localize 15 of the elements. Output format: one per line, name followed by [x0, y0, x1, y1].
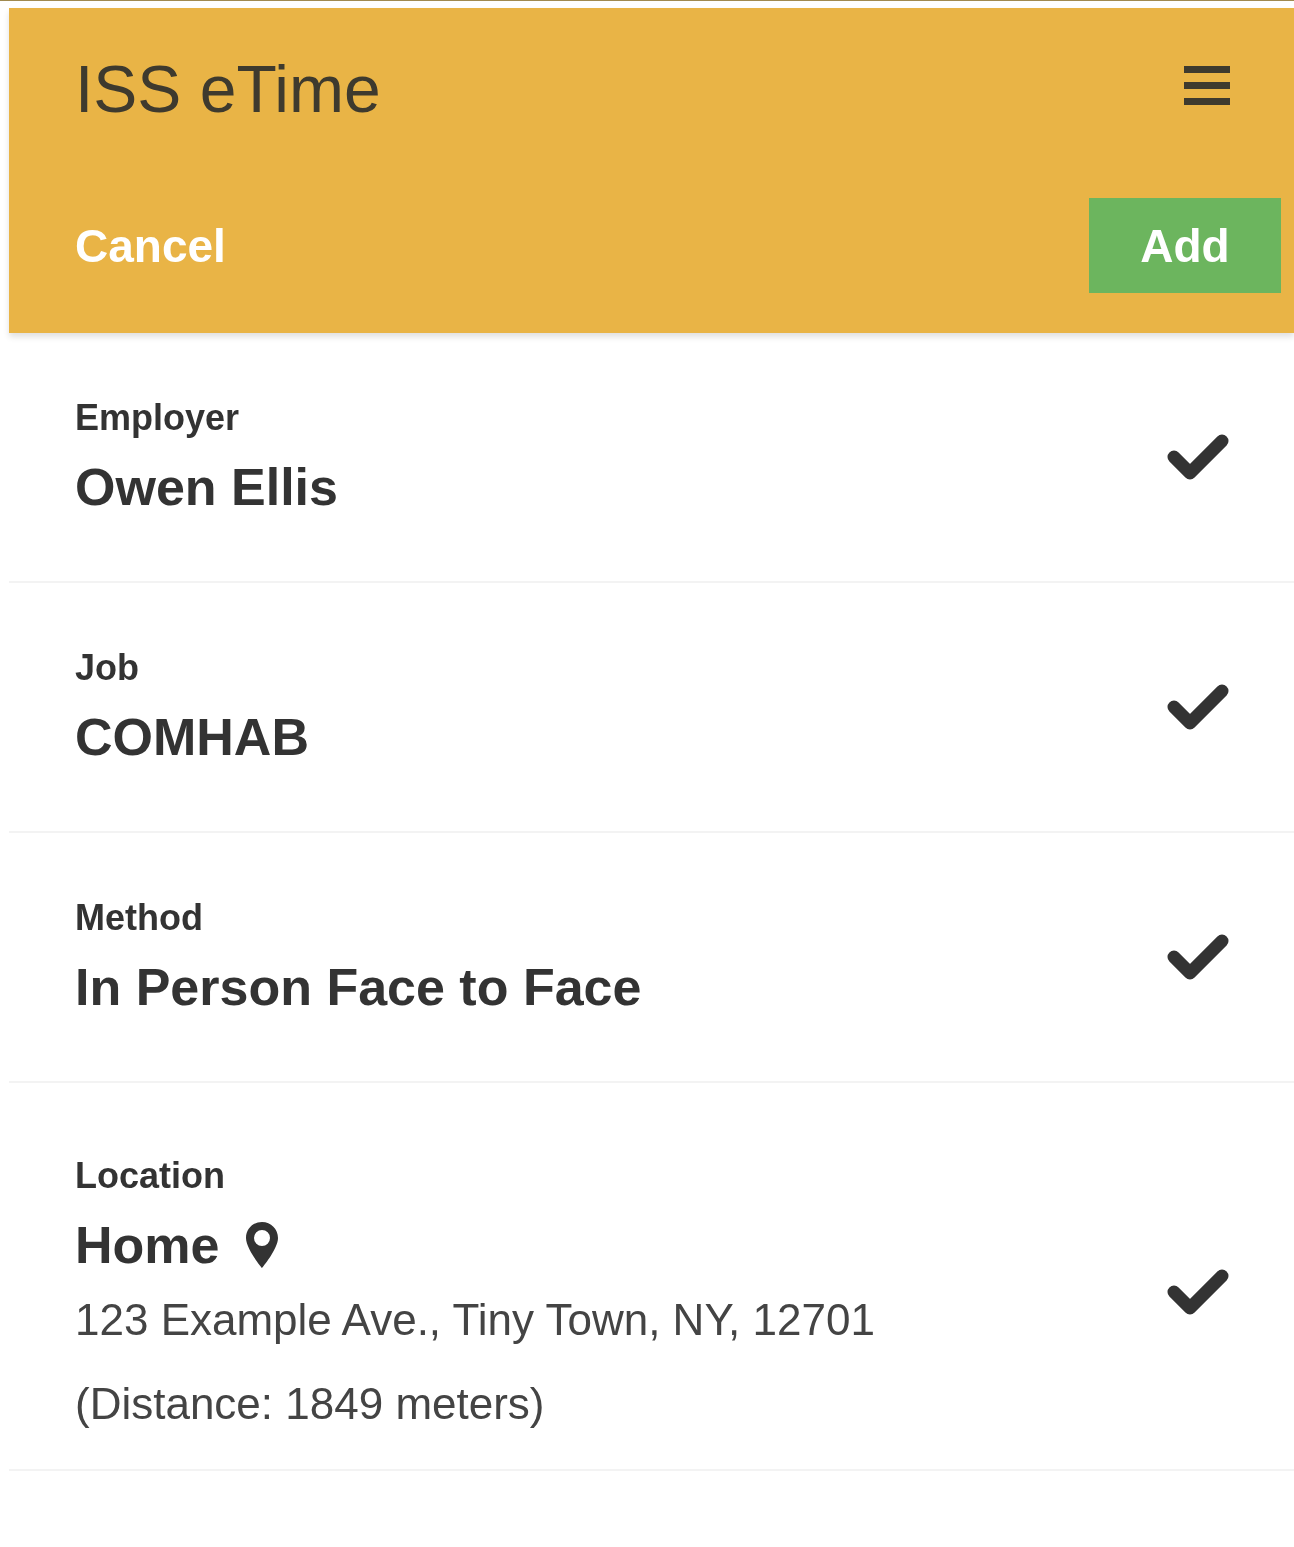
cancel-button[interactable]: Cancel	[75, 218, 226, 273]
location-detail: (Distance: 1849 meters)	[75, 1379, 546, 1429]
menu-icon[interactable]	[1184, 66, 1230, 106]
field-value: Owen Ellis	[75, 457, 338, 517]
field-label: Method	[75, 897, 204, 939]
field-label: Job	[75, 647, 140, 689]
location-detail: 123 Example Ave., Tiny Town, NY, 12701	[75, 1295, 875, 1345]
field-value: COMHAB	[75, 707, 309, 767]
add-button[interactable]: Add	[1089, 198, 1281, 293]
map-pin-icon	[245, 1221, 280, 1269]
field-label: Location	[75, 1155, 226, 1197]
field-value: Home	[75, 1215, 220, 1275]
field-value: In Person Face to Face	[75, 957, 642, 1017]
app-title: ISS eTime	[75, 56, 381, 122]
field-label: Employer	[75, 397, 241, 439]
